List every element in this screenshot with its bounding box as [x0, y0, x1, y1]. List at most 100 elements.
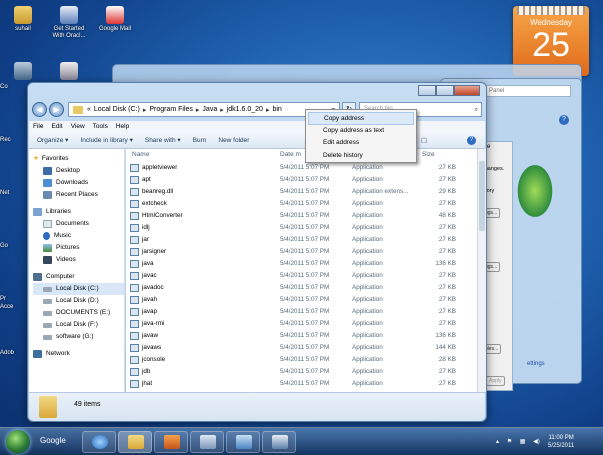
file-type: Application — [352, 368, 383, 375]
network-icon[interactable]: ▦ — [520, 439, 526, 445]
nav-drive-d[interactable]: Local Disk (D:) — [33, 295, 124, 307]
file-row[interactable]: idlj 5/4/2011 5:07 PM Application 27 KB — [126, 222, 477, 234]
nav-drive-e[interactable]: DOCUMENTS (E:) — [33, 307, 124, 319]
nav-documents[interactable]: Documents — [33, 218, 124, 230]
nav-libraries[interactable]: Libraries — [33, 206, 124, 218]
menu-tools[interactable]: Tools — [93, 121, 108, 132]
desktop-icon-computer[interactable] — [2, 62, 44, 82]
breadcrumb-item[interactable]: Program Files — [149, 106, 193, 113]
share-with-button[interactable]: Share with ▾ — [145, 132, 181, 148]
file-row[interactable]: javaws 5/4/2011 5:07 PM Application 144 KB — [126, 342, 477, 354]
menu-file[interactable]: File — [33, 121, 43, 132]
file-name: beanreg.dll — [142, 188, 174, 195]
forward-button[interactable]: ▶ — [49, 102, 64, 117]
file-row[interactable]: javaw 5/4/2011 5:07 PM Application 136 KB — [126, 330, 477, 342]
nav-videos[interactable]: Videos — [33, 254, 124, 266]
search-icon[interactable]: ⌕ — [475, 104, 478, 117]
nav-desktop[interactable]: Desktop — [33, 165, 124, 177]
file-row[interactable]: beanreg.dll 5/4/2011 5:07 PM Application e… — [126, 186, 477, 198]
scrollbar-thumb[interactable] — [479, 161, 485, 231]
file-row[interactable]: javap 5/4/2011 5:07 PM Application 27 KB — [126, 306, 477, 318]
file-row[interactable]: jhat 5/4/2011 5:07 PM Application 27 KB — [126, 378, 477, 390]
explorer-window[interactable]: ◀ ▶ « Local Disk (C:) ▸ Program Files ▸ … — [27, 82, 487, 422]
nav-drive-g[interactable]: software (G:) — [33, 331, 124, 343]
taskbar-control-panel[interactable] — [226, 431, 260, 453]
file-row[interactable]: jarsigner 5/4/2011 5:07 PM Application 27 K… — [126, 246, 477, 258]
google-toolbar-label[interactable]: Google — [40, 436, 66, 445]
flag-icon[interactable]: ⚑ — [507, 439, 512, 445]
file-row[interactable]: java 5/4/2011 5:07 PM Application 136 KB — [126, 258, 477, 270]
desktop-icon-oracle[interactable]: Get Started With Oracl... — [48, 6, 90, 40]
organize-button[interactable]: Organize ▾ — [37, 132, 68, 148]
file-row[interactable]: appletviewer 5/4/2011 5:07 PM Application 2… — [126, 162, 477, 174]
control-panel-search[interactable]: Panel — [485, 85, 571, 97]
chevron-right-icon[interactable]: ▸ — [143, 106, 147, 114]
menu-item-delete-history[interactable]: Delete history — [306, 150, 416, 163]
file-row[interactable]: jar 5/4/2011 5:07 PM Application 27 KB — [126, 234, 477, 246]
desktop-icon-user[interactable]: suhail — [2, 6, 44, 33]
column-header-name[interactable]: Name — [132, 151, 149, 158]
file-row[interactable]: javadoc 5/4/2011 5:07 PM Application 27 KB — [126, 282, 477, 294]
column-header-date[interactable]: Date m — [280, 151, 301, 158]
help-icon[interactable]: ? — [467, 136, 476, 145]
file-row[interactable]: apt 5/4/2011 5:07 PM Application 27 KB — [126, 174, 477, 186]
preview-pane-icon[interactable]: ▢ — [421, 132, 427, 149]
nav-favorites[interactable]: ★ Favorites — [33, 153, 124, 165]
taskbar-explorer[interactable] — [118, 431, 152, 453]
file-row[interactable]: HtmlConverter 5/4/2011 5:07 PM Application… — [126, 210, 477, 222]
help-icon[interactable]: ? — [559, 115, 569, 125]
nav-network[interactable]: Network — [33, 348, 124, 360]
include-in-library-button[interactable]: Include in library ▾ — [80, 132, 132, 148]
menu-edit[interactable]: Edit — [51, 121, 62, 132]
clock[interactable]: 11:00 PM 5/25/2011 — [548, 434, 574, 450]
address-bar[interactable]: « Local Disk (C:) ▸ Program Files ▸ Java… — [68, 102, 340, 117]
breadcrumb-prefix[interactable]: « — [87, 106, 91, 113]
nav-music[interactable]: Music — [33, 230, 124, 242]
apply-button[interactable]: Apply — [486, 376, 505, 386]
nav-drive-c[interactable]: Local Disk (C:) — [33, 283, 124, 295]
close-button[interactable] — [454, 85, 480, 96]
nav-downloads[interactable]: Downloads — [33, 177, 124, 189]
desktop-side-label: Adob — [0, 350, 15, 356]
file-row[interactable]: jdb 5/4/2011 5:07 PM Application 27 KB — [126, 366, 477, 378]
file-row[interactable]: javah 5/4/2011 5:07 PM Application 27 KB — [126, 294, 477, 306]
burn-button[interactable]: Burn — [193, 132, 207, 148]
nav-pictures[interactable]: Pictures — [33, 242, 124, 254]
advanced-settings-link[interactable]: ettings — [527, 361, 545, 367]
taskbar-app[interactable] — [190, 431, 224, 453]
volume-icon[interactable]: ◀) — [533, 439, 540, 445]
breadcrumb-item[interactable]: Local Disk (C:) — [94, 106, 140, 113]
desktop-icon-gmail[interactable]: Google Mail — [94, 6, 136, 33]
file-size: 27 KB — [438, 176, 456, 183]
file-row[interactable]: java-rmi 5/4/2011 5:07 PM Application 27 KB — [126, 318, 477, 330]
chevron-right-icon[interactable]: ▸ — [220, 106, 224, 114]
nav-computer[interactable]: Computer — [33, 271, 124, 283]
breadcrumb-item[interactable]: bin — [272, 106, 281, 113]
file-row[interactable]: extcheck 5/4/2011 5:07 PM Application 27 KB — [126, 198, 477, 210]
menu-item-copy-address-as-text[interactable]: Copy address as text — [306, 125, 416, 138]
chevron-right-icon[interactable]: ▸ — [266, 106, 270, 114]
nav-recent-places[interactable]: Recent Places — [33, 189, 124, 201]
taskbar-media[interactable] — [154, 431, 188, 453]
column-header-size[interactable]: Size — [422, 151, 435, 158]
start-button[interactable] — [6, 430, 30, 454]
menu-help[interactable]: Help — [116, 121, 129, 132]
taskbar-ie[interactable] — [82, 431, 116, 453]
menu-view[interactable]: View — [71, 121, 85, 132]
menu-item-edit-address[interactable]: Edit address — [306, 137, 416, 150]
file-row[interactable]: javac 5/4/2011 5:07 PM Application 27 KB — [126, 270, 477, 282]
vertical-scrollbar[interactable] — [477, 149, 486, 392]
desktop-icon-app[interactable] — [48, 62, 90, 82]
chevron-right-icon[interactable]: ▸ — [196, 106, 200, 114]
maximize-button[interactable] — [436, 85, 454, 96]
taskbar-system[interactable] — [262, 431, 296, 453]
minimize-button[interactable] — [418, 85, 436, 96]
breadcrumb-item[interactable]: Java — [202, 106, 217, 113]
menu-item-copy-address[interactable]: Copy address — [308, 112, 414, 125]
breadcrumb-item[interactable]: jdk1.6.0_20 — [227, 106, 263, 113]
file-row[interactable]: jconsole 5/4/2011 5:07 PM Application 28 KB — [126, 354, 477, 366]
nav-drive-f[interactable]: Local Disk (F:) — [33, 319, 124, 331]
new-folder-button[interactable]: New folder — [218, 132, 249, 148]
show-hidden-icons-icon[interactable]: ▴ — [496, 439, 499, 445]
back-button[interactable]: ◀ — [32, 102, 47, 117]
